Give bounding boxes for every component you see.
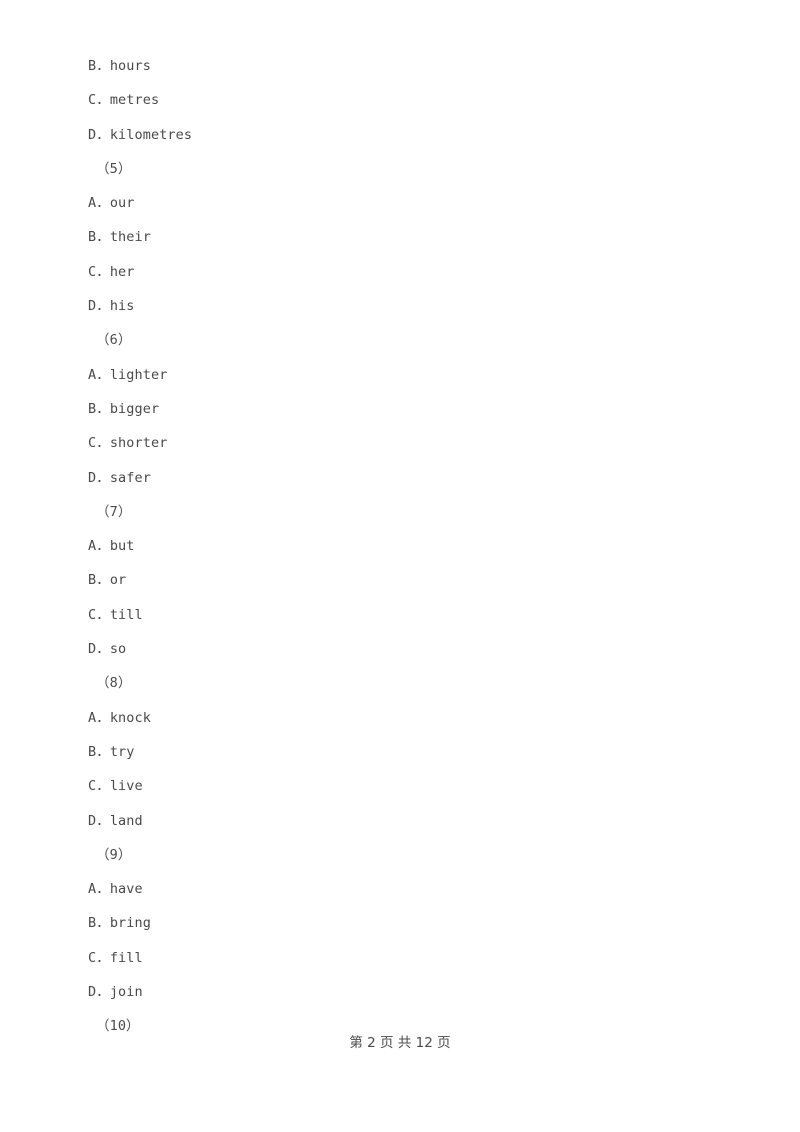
answer-option: C．live <box>88 778 143 795</box>
answer-option: D．so <box>88 641 127 658</box>
question-number: （8） <box>96 675 132 692</box>
answer-option: C．fill <box>88 949 143 966</box>
answer-option: A．have <box>88 881 143 898</box>
answer-option: B．their <box>88 229 151 246</box>
answer-option: B．try <box>88 743 135 760</box>
document-page: B．hours C．metres D．kilometres （5） A．our B．the… <box>0 0 800 1132</box>
question-options-list: B．hours C．metres D．kilometres （5） A．our B．the… <box>88 49 708 1044</box>
answer-option: A．but <box>88 538 135 555</box>
answer-option: B．or <box>88 572 127 589</box>
answer-option: C．shorter <box>88 435 168 452</box>
question-number: （6） <box>96 332 132 349</box>
answer-option: A．knock <box>88 709 151 726</box>
answer-option: B．bring <box>88 915 151 932</box>
question-number: （5） <box>96 160 132 177</box>
question-number: （7） <box>96 503 132 520</box>
answer-option: D．land <box>88 812 143 829</box>
answer-option: B．hours <box>88 58 151 74</box>
answer-option: C．till <box>88 606 143 623</box>
answer-option: D．kilometres <box>88 126 193 143</box>
answer-option: D．join <box>88 984 143 1001</box>
question-number: （9） <box>96 846 132 863</box>
answer-option: D．his <box>88 298 135 315</box>
answer-option: B．bigger <box>88 400 160 417</box>
answer-option: A．lighter <box>88 366 168 383</box>
page-footer: 第 2 页 共 12 页 <box>349 1035 451 1051</box>
answer-option: C．her <box>88 263 135 280</box>
answer-option: C．metres <box>88 92 160 109</box>
answer-option: D．safer <box>88 469 151 486</box>
answer-option: A．our <box>88 195 135 212</box>
